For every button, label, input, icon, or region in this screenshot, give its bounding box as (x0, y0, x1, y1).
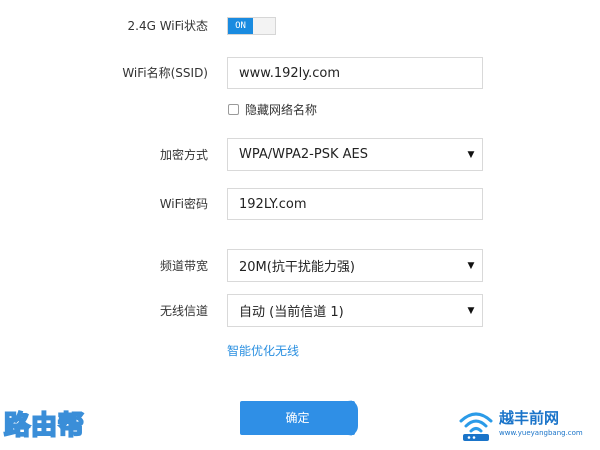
hide-network-row[interactable]: 隐藏网络名称 (228, 101, 317, 118)
optimize-wireless-link[interactable]: 智能优化无线 (227, 342, 299, 359)
toggle-on-indicator: ON (228, 18, 253, 34)
encryption-value: WPA/WPA2-PSK AES (239, 147, 368, 162)
channel-value: 自动 (当前信道 1) (239, 305, 344, 320)
hide-network-checkbox[interactable] (228, 104, 239, 115)
ssid-input[interactable] (239, 58, 482, 88)
encryption-select[interactable]: WPA/WPA2-PSK AES ▼ (227, 138, 483, 171)
password-field[interactable] (227, 188, 483, 220)
wifi-status-label: 2.4G WiFi状态 (127, 19, 209, 33)
password-label: WiFi密码 (159, 197, 208, 211)
watermark-right-title: 越丰前网 (499, 409, 560, 427)
watermark-right-url: www.yueyangbang.com (499, 429, 583, 437)
dropdown-caret-icon: ▼ (467, 260, 475, 271)
watermark-logo-right: 越丰前网 www.yueyangbang.com (455, 405, 600, 445)
channel-select[interactable]: 自动 (当前信道 1) ▼ (227, 294, 483, 327)
confirm-button[interactable]: 确定 (240, 401, 355, 435)
encryption-label: 加密方式 (159, 148, 208, 162)
bandwidth-value: 20M(抗干扰能力强) (239, 260, 355, 275)
dropdown-caret-icon: ▼ (467, 305, 475, 316)
hide-network-label: 隐藏网络名称 (245, 103, 318, 117)
ssid-label: WiFi名称(SSID) (122, 66, 208, 80)
ssid-field[interactable] (227, 57, 483, 89)
dropdown-caret-icon: ▼ (467, 149, 475, 160)
password-input[interactable] (239, 189, 482, 219)
wifi-router-icon (459, 412, 493, 441)
bandwidth-select[interactable]: 20M(抗干扰能力强) ▼ (227, 249, 483, 282)
watermark-logo-left: 路由帮 (3, 410, 86, 442)
channel-label: 无线信道 (159, 304, 208, 318)
wifi-status-toggle[interactable]: ON (227, 17, 276, 35)
button-edge-decoration (348, 400, 358, 436)
bandwidth-label: 频道带宽 (159, 259, 208, 273)
